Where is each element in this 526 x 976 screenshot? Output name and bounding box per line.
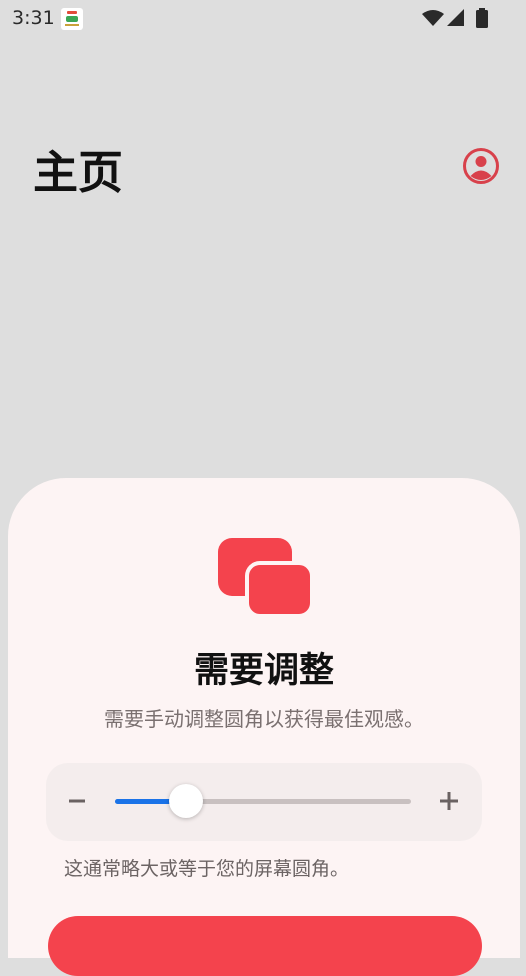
- app-notification-icon: [61, 8, 83, 30]
- sheet-subtitle: 需要手动调整圆角以获得最佳观感。: [104, 707, 424, 731]
- slider-thumb[interactable]: [169, 784, 204, 818]
- primary-button[interactable]: [48, 916, 482, 976]
- page-title: 主页: [33, 146, 124, 199]
- wifi-icon: [422, 10, 444, 26]
- sheet-hint: 这通常略大或等于您的屏幕圆角。: [64, 858, 350, 880]
- account-circle-icon: [463, 148, 499, 184]
- status-icons: [422, 8, 488, 28]
- account-button[interactable]: [462, 147, 500, 185]
- battery-icon: [476, 8, 488, 28]
- corner-radius-slider-card: [46, 763, 482, 841]
- rounded-corners-icon: [218, 538, 314, 618]
- signal-icon: [447, 9, 464, 26]
- status-bar: 3:31: [0, 0, 526, 38]
- adjustment-sheet: 需要调整 需要手动调整圆角以获得最佳观感。 这通常略大或等于您的屏幕圆角。: [8, 478, 520, 976]
- sheet-title: 需要调整: [193, 651, 334, 691]
- corner-radius-slider[interactable]: [115, 784, 411, 818]
- increase-button[interactable]: [432, 784, 466, 818]
- decrease-button[interactable]: [60, 784, 94, 818]
- plus-icon: [440, 792, 458, 810]
- status-time: 3:31: [12, 7, 55, 29]
- minus-icon: [69, 799, 85, 803]
